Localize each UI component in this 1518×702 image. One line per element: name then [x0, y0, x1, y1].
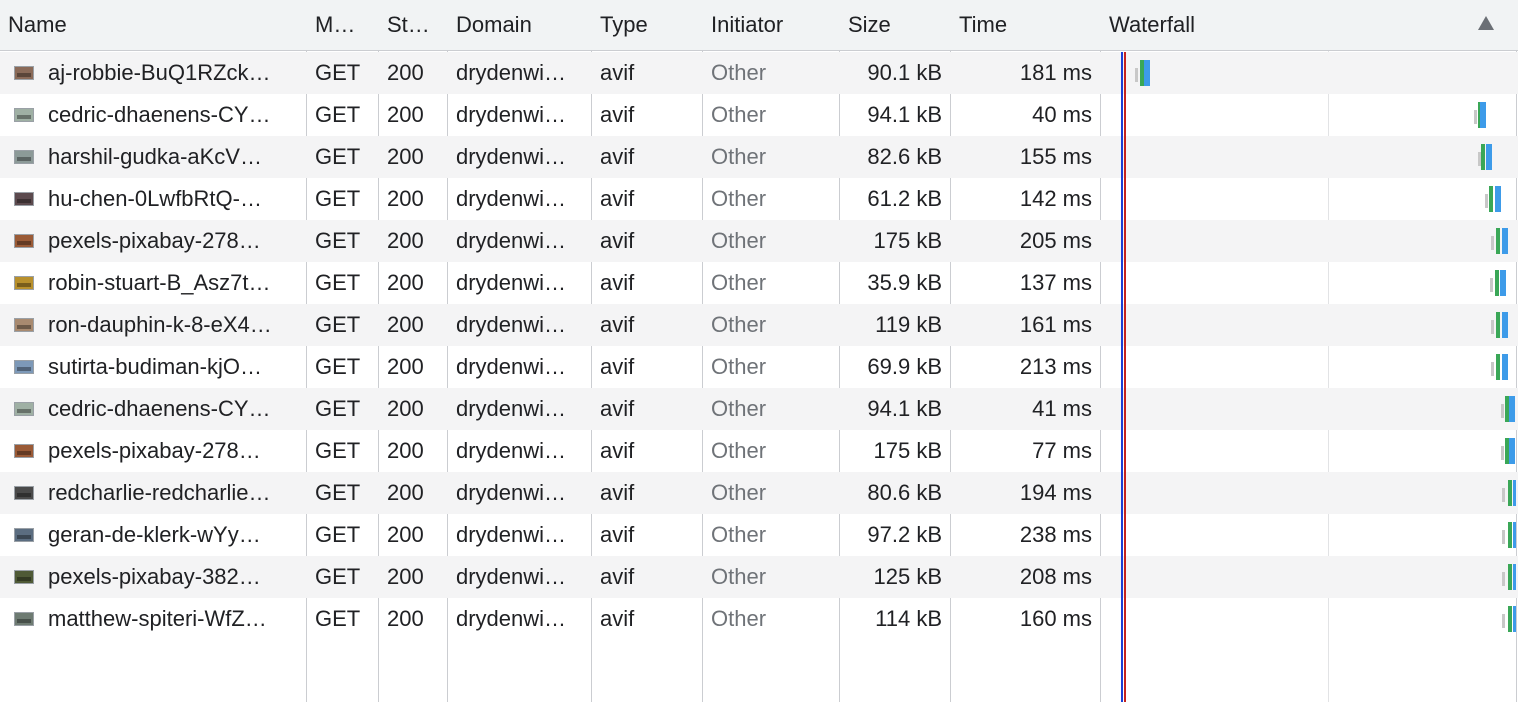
waterfall-ttfb-segment — [1508, 522, 1512, 548]
waterfall-ttfb-segment — [1481, 144, 1485, 170]
waterfall-bar[interactable] — [0, 102, 1518, 128]
waterfall-download-segment — [1502, 354, 1508, 380]
column-header-time[interactable]: Time — [951, 0, 1100, 50]
waterfall-waiting-segment — [1502, 530, 1505, 544]
column-header-method[interactable]: M… — [307, 0, 378, 50]
column-header-size[interactable]: Size — [840, 0, 950, 50]
column-header-initiator-label: Initiator — [711, 12, 784, 37]
table-row[interactable]: hu-chen-0LwfbRtQ-… GET 200 drydenwi… avif Oth… — [0, 178, 1518, 220]
waterfall-download-segment — [1486, 144, 1492, 170]
column-header-time-label: Time — [959, 12, 1008, 37]
waterfall-bar[interactable] — [0, 606, 1518, 632]
waterfall-waiting-segment — [1485, 194, 1488, 208]
table-row[interactable]: matthew-spiteri-WfZ… GET 200 drydenwi… avif O… — [0, 598, 1518, 640]
waterfall-bar[interactable] — [0, 564, 1518, 590]
waterfall-download-segment — [1509, 438, 1515, 464]
waterfall-waiting-segment — [1502, 614, 1505, 628]
waterfall-bar[interactable] — [0, 396, 1518, 422]
waterfall-download-segment — [1500, 270, 1506, 296]
table-row[interactable]: robin-stuart-B_Asz7t… GET 200 drydenwi… avif… — [0, 262, 1518, 304]
waterfall-ttfb-segment — [1495, 270, 1499, 296]
column-header-size-label: Size — [848, 12, 891, 37]
table-row[interactable]: pexels-pixabay-278… GET 200 drydenwi… avif Ot… — [0, 430, 1518, 472]
waterfall-waiting-segment — [1502, 488, 1505, 502]
waterfall-download-segment — [1480, 102, 1486, 128]
waterfall-bar[interactable] — [0, 480, 1518, 506]
waterfall-waiting-segment — [1501, 446, 1504, 460]
waterfall-bar[interactable] — [0, 312, 1518, 338]
waterfall-download-segment — [1509, 396, 1515, 422]
waterfall-download-segment — [1513, 522, 1516, 548]
column-header-name[interactable]: Name — [0, 0, 306, 50]
load-event-line — [1124, 52, 1126, 702]
table-row[interactable]: ron-dauphin-k-8-eX4… GET 200 drydenwi… avif O… — [0, 304, 1518, 346]
waterfall-waiting-segment — [1491, 236, 1494, 250]
waterfall-bar[interactable] — [0, 354, 1518, 380]
waterfall-download-segment — [1502, 228, 1508, 254]
column-header-waterfall-label: Waterfall — [1109, 12, 1195, 37]
column-header-status-label: St… — [387, 12, 430, 37]
column-header-type-label: Type — [600, 12, 648, 37]
table-row[interactable]: sutirta-budiman-kjO… GET 200 drydenwi… avif O… — [0, 346, 1518, 388]
waterfall-ttfb-segment — [1508, 480, 1512, 506]
waterfall-download-segment — [1144, 60, 1150, 86]
column-header-name-label: Name — [8, 12, 67, 37]
waterfall-ttfb-segment — [1489, 186, 1493, 212]
waterfall-download-segment — [1495, 186, 1501, 212]
table-row[interactable]: pexels-pixabay-382… GET 200 drydenwi… avif Ot… — [0, 556, 1518, 598]
table-row[interactable]: harshil-gudka-aKcV… GET 200 drydenwi… avif Ot… — [0, 136, 1518, 178]
waterfall-ttfb-segment — [1508, 606, 1512, 632]
column-header-domain[interactable]: Domain — [448, 0, 591, 50]
waterfall-waiting-segment — [1502, 572, 1505, 586]
waterfall-download-segment — [1513, 564, 1516, 590]
waterfall-waiting-segment — [1501, 404, 1504, 418]
waterfall-ttfb-segment — [1496, 228, 1500, 254]
waterfall-bar[interactable] — [0, 438, 1518, 464]
waterfall-bar[interactable] — [0, 522, 1518, 548]
waterfall-download-segment — [1513, 606, 1516, 632]
waterfall-waiting-segment — [1491, 320, 1494, 334]
waterfall-bar[interactable] — [0, 228, 1518, 254]
waterfall-waiting-segment — [1490, 278, 1493, 292]
column-header-bar: Name M… St… Domain Type Initiator Size T… — [0, 0, 1518, 51]
request-table-body: aj-robbie-BuQ1RZck… GET 200 drydenwi… avif Ot… — [0, 52, 1518, 640]
waterfall-ttfb-segment — [1508, 564, 1512, 590]
table-row[interactable]: geran-de-klerk-wYy… GET 200 drydenwi… avif Ot… — [0, 514, 1518, 556]
column-header-type[interactable]: Type — [592, 0, 702, 50]
waterfall-bar[interactable] — [0, 60, 1518, 86]
waterfall-download-segment — [1502, 312, 1508, 338]
table-row[interactable]: redcharlie-redcharlie… GET 200 drydenwi… avi… — [0, 472, 1518, 514]
waterfall-waiting-segment — [1135, 68, 1138, 82]
column-header-status[interactable]: St… — [379, 0, 447, 50]
waterfall-ttfb-segment — [1496, 312, 1500, 338]
dom-content-loaded-line — [1121, 52, 1123, 702]
waterfall-download-segment — [1513, 480, 1516, 506]
table-row[interactable]: pexels-pixabay-278… GET 200 drydenwi… avif Ot… — [0, 220, 1518, 262]
column-header-waterfall[interactable]: Waterfall — [1101, 0, 1516, 50]
waterfall-bar[interactable] — [0, 144, 1518, 170]
waterfall-ttfb-segment — [1496, 354, 1500, 380]
column-header-initiator[interactable]: Initiator — [703, 0, 839, 50]
column-header-method-label: M… — [315, 12, 356, 37]
waterfall-bar[interactable] — [0, 186, 1518, 212]
waterfall-waiting-segment — [1474, 110, 1477, 124]
sort-up-triangle-icon[interactable] — [1478, 16, 1494, 30]
table-row[interactable]: aj-robbie-BuQ1RZck… GET 200 drydenwi… avif Ot… — [0, 52, 1518, 94]
waterfall-bar[interactable] — [0, 270, 1518, 296]
waterfall-waiting-segment — [1491, 362, 1494, 376]
column-header-domain-label: Domain — [456, 12, 532, 37]
table-row[interactable]: cedric-dhaenens-CY… GET 200 drydenwi… avif Ot… — [0, 94, 1518, 136]
table-row[interactable]: cedric-dhaenens-CY… GET 200 drydenwi… avif Ot… — [0, 388, 1518, 430]
